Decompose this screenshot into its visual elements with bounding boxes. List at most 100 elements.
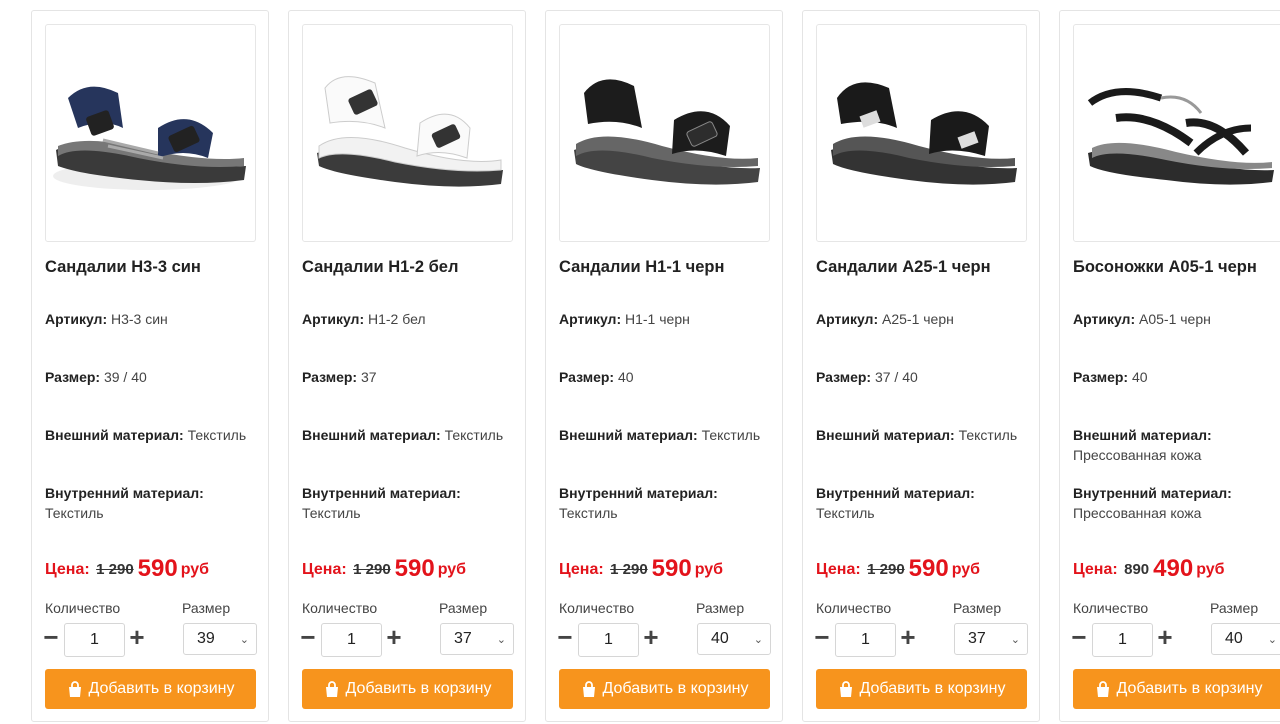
product-image[interactable] [816, 24, 1027, 242]
article-value: Н3-3 син [111, 311, 168, 327]
price-row: Цена: 1 290 590 руб [45, 555, 209, 583]
product-image[interactable] [559, 24, 770, 242]
size-select[interactable]: 37 ⌄ [954, 623, 1028, 655]
size-row: Размер: 39 / 40 [45, 367, 265, 387]
size-select[interactable]: 37 ⌄ [440, 623, 514, 655]
inner-material-label: Внутренний материал: [302, 485, 461, 501]
shopping-bag-icon [326, 680, 339, 697]
size-select-value: 40 [711, 630, 729, 647]
size-select-label: Размер [696, 600, 745, 616]
article-row: Артикул: Н1-2 бел [302, 309, 522, 329]
new-price: 590 [908, 555, 949, 582]
size-select-value: 37 [454, 630, 472, 647]
product-image[interactable] [1073, 24, 1280, 242]
minus-icon[interactable]: − [555, 622, 575, 652]
add-to-cart-label: Добавить в корзину [88, 680, 235, 697]
product-image[interactable] [302, 24, 513, 242]
quantity-input[interactable] [835, 623, 896, 657]
currency: руб [951, 561, 981, 578]
product-grid: Сандалии Н3-3 син Артикул: Н3-3 син Разм… [31, 10, 1280, 722]
product-title[interactable]: Сандалии Н1-2 бел [302, 258, 458, 277]
size-select[interactable]: 40 ⌄ [1211, 623, 1280, 655]
currency: руб [694, 561, 724, 578]
plus-icon[interactable]: + [1155, 622, 1175, 652]
add-to-cart-button[interactable]: Добавить в корзину [45, 669, 256, 709]
article-label: Артикул: [1073, 311, 1136, 327]
black-sandal-2-image [831, 82, 1017, 185]
add-to-cart-button[interactable]: Добавить в корзину [816, 669, 1027, 709]
outer-material-label: Внешний материал: [1073, 427, 1212, 443]
product-card: Босоножки А05-1 черн Артикул: А05-1 черн… [1059, 10, 1280, 722]
article-label: Артикул: [816, 311, 879, 327]
plus-icon[interactable]: + [384, 622, 404, 652]
price-row: Цена: 1 290 590 руб [816, 555, 980, 583]
size-select[interactable]: 39 ⌄ [183, 623, 257, 655]
add-to-cart-label: Добавить в корзину [345, 680, 492, 697]
size-value: 40 [617, 369, 634, 385]
old-price: 1 290 [867, 561, 905, 578]
inner-material-label: Внутренний материал: [816, 485, 975, 501]
inner-material-row: Внутренний материал: Текстиль [45, 483, 265, 523]
add-to-cart-button[interactable]: Добавить в корзину [1073, 669, 1280, 709]
outer-material-row: Внешний материал: Текстиль [559, 425, 779, 445]
product-title[interactable]: Сандалии А25-1 черн [816, 258, 991, 277]
article-row: Артикул: Н1-1 черн [559, 309, 779, 329]
inner-material-label: Внутренний материал: [45, 485, 204, 501]
chevron-down-icon: ⌄ [239, 634, 249, 646]
minus-icon[interactable]: − [812, 622, 832, 652]
quantity-input[interactable] [321, 623, 382, 657]
quantity-input[interactable] [1092, 623, 1153, 657]
size-select-label: Размер [1210, 600, 1259, 616]
article-label: Артикул: [559, 311, 622, 327]
article-value: Н1-1 черн [625, 311, 690, 327]
product-card: Сандалии Н1-2 бел Артикул: Н1-2 бел Разм… [288, 10, 526, 722]
product-title[interactable]: Сандалии Н3-3 син [45, 258, 201, 277]
minus-icon[interactable]: − [41, 622, 61, 652]
inner-material-row: Внутренний материал: Текстиль [816, 483, 1036, 523]
add-to-cart-label: Добавить в корзину [602, 680, 749, 697]
inner-material-label: Внутренний материал: [559, 485, 718, 501]
size-select-value: 40 [1225, 630, 1243, 647]
size-value: 40 [1131, 369, 1148, 385]
outer-material-row: Внешний материал: Прессованная кожа [1073, 425, 1280, 465]
article-value: А05-1 черн [1139, 311, 1211, 327]
outer-material-value: Текстиль [701, 427, 761, 443]
product-title[interactable]: Босоножки А05-1 черн [1073, 258, 1257, 277]
size-select-value: 39 [197, 630, 215, 647]
size-select-value: 37 [968, 630, 986, 647]
inner-material-value: Текстиль [302, 505, 361, 521]
size-row: Размер: 37 [302, 367, 522, 387]
chevron-down-icon: ⌄ [753, 634, 763, 646]
black-strappy-sandal-image [1087, 88, 1274, 185]
product-image[interactable] [45, 24, 256, 242]
price-label: Цена: [45, 561, 90, 578]
article-row: Артикул: Н3-3 син [45, 309, 265, 329]
new-price: 590 [137, 555, 178, 582]
chevron-down-icon: ⌄ [1267, 634, 1277, 646]
size-select-label: Размер [439, 600, 488, 616]
article-row: Артикул: А05-1 черн [1073, 309, 1280, 329]
chevron-down-icon: ⌄ [496, 634, 506, 646]
add-to-cart-button[interactable]: Добавить в корзину [302, 669, 513, 709]
inner-material-label: Внутренний материал: [1073, 485, 1232, 501]
plus-icon[interactable]: + [127, 622, 147, 652]
quantity-input[interactable] [578, 623, 639, 657]
inner-material-value: Текстиль [45, 505, 104, 521]
shopping-bag-icon [1097, 680, 1110, 697]
navy-sandal-image [53, 86, 246, 190]
quantity-input[interactable] [64, 623, 125, 657]
add-to-cart-button[interactable]: Добавить в корзину [559, 669, 770, 709]
size-select[interactable]: 40 ⌄ [697, 623, 771, 655]
inner-material-row: Внутренний материал: Текстиль [302, 483, 522, 523]
inner-material-value: Текстиль [559, 505, 618, 521]
price-row: Цена: 1 290 590 руб [302, 555, 466, 583]
minus-icon[interactable]: − [298, 622, 318, 652]
size-label: Размер: [1073, 369, 1129, 385]
article-row: Артикул: А25-1 черн [816, 309, 1036, 329]
new-price: 590 [651, 555, 692, 582]
minus-icon[interactable]: − [1069, 622, 1089, 652]
product-title[interactable]: Сандалии Н1-1 черн [559, 258, 724, 277]
outer-material-label: Внешний материал: [302, 427, 441, 443]
plus-icon[interactable]: + [898, 622, 918, 652]
plus-icon[interactable]: + [641, 622, 661, 652]
